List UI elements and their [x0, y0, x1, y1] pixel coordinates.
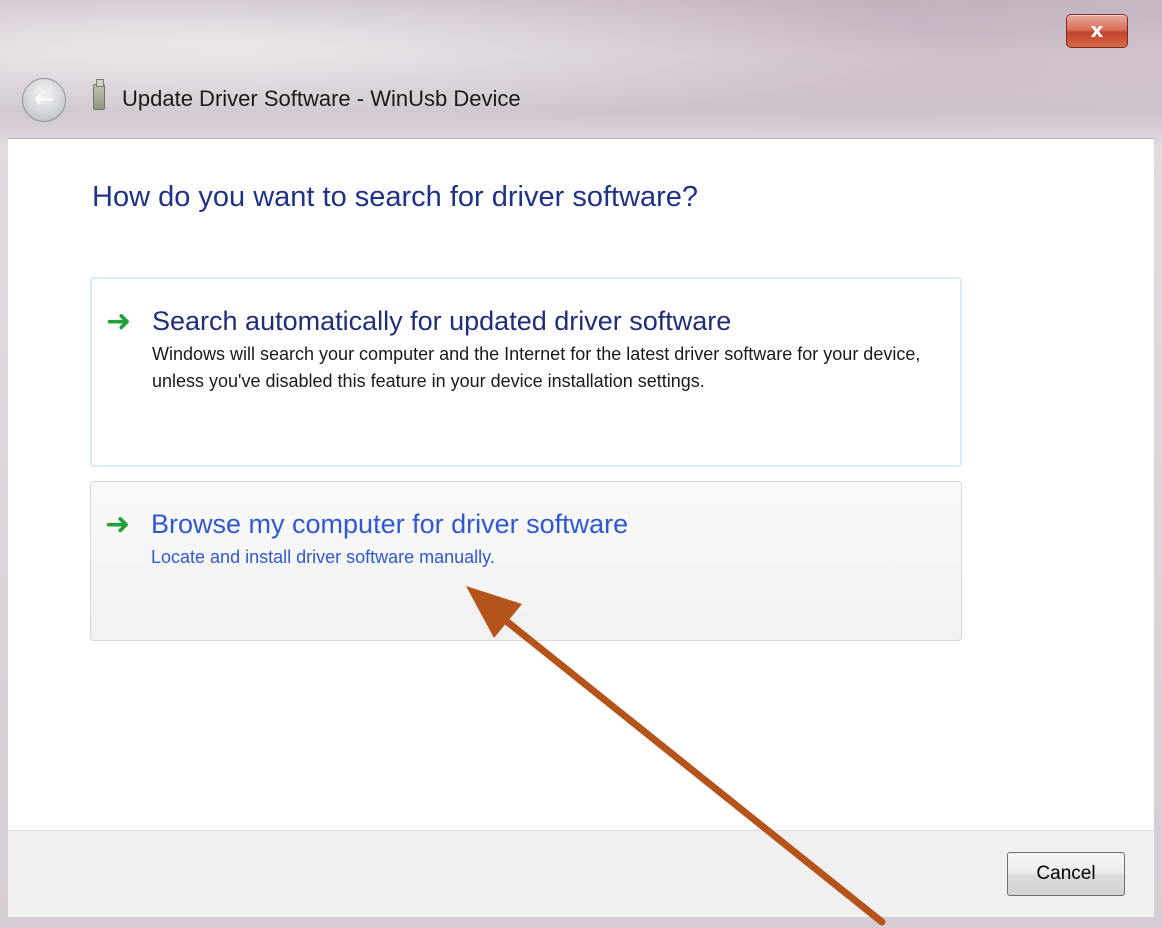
- annotation-arrow-icon: [466, 586, 886, 926]
